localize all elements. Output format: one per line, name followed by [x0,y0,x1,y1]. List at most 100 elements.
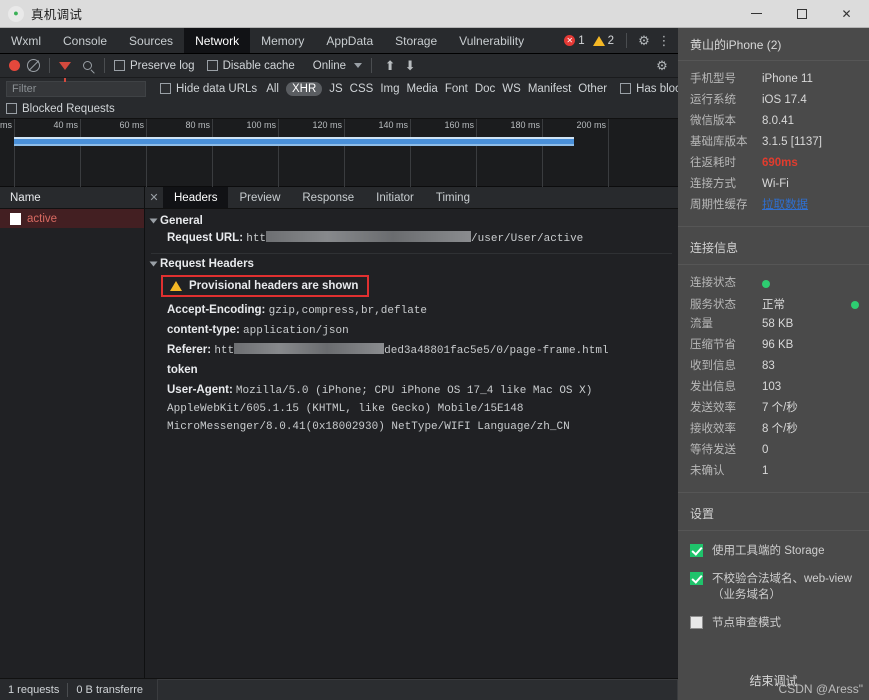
tab-response[interactable]: Response [291,187,365,208]
tick-label: 200 ms [576,120,606,130]
devtools-panel: Wxml Console Sources Network Memory AppD… [0,28,742,700]
roundtrip-latency-value: 690ms [762,157,798,169]
restype-all[interactable]: All [266,83,279,95]
panel-settings-gear-icon[interactable]: ⚙ [652,56,672,76]
kebab-menu-icon[interactable]: ⋮ [654,31,674,51]
close-icon[interactable]: ✕ [145,187,163,208]
setting-label: 不校验合法域名、web-view（业务域名） [712,573,852,601]
table-row[interactable]: active [0,209,144,228]
info-key: 收到信息 [690,360,736,372]
blocked-requests-checkbox[interactable]: Blocked Requests [6,103,125,115]
checkbox-box [160,83,171,94]
tab-sources[interactable]: Sources [118,28,184,53]
tab-appdata[interactable]: AppData [315,28,384,53]
list-item: 流量 58 KB [678,314,869,335]
tab-network[interactable]: Network [184,28,251,53]
general-section-header[interactable]: General [145,213,678,229]
header-value: htt [214,345,235,357]
error-warning-badges[interactable]: ✕ 1 2 [564,35,619,47]
info-key: 发出信息 [690,381,736,393]
tab-timing[interactable]: Timing [425,187,481,208]
restype-manifest[interactable]: Manifest [528,83,571,95]
list-item: 连接方式 Wi-Fi [678,174,869,195]
list-item: 往返耗时 690ms [678,153,869,174]
gear-icon[interactable]: ⚙ [634,31,654,51]
filter-row: Hide data URLs All XHR JS CSS Img Media … [0,78,742,99]
request-headers-section-title: Request Headers [160,258,254,270]
network-overview-timeline[interactable]: 20 ms 40 ms 60 ms 80 ms 100 ms 120 ms 14… [0,119,678,187]
window-controls: ✕ [734,0,869,28]
details-tabstrip: ✕ Headers Preview Response Initiator Tim… [145,187,678,209]
disable-cache-checkbox[interactable]: Disable cache [206,60,305,72]
chevron-down-icon[interactable] [354,63,363,68]
preserve-log-checkbox[interactable]: Preserve log [114,60,205,72]
info-value: iOS 17.4 [762,94,807,106]
close-button[interactable]: ✕ [824,0,869,28]
tab-wxml[interactable]: Wxml [0,28,52,53]
request-headers-section-header[interactable]: Request Headers [145,256,678,272]
tab-initiator[interactable]: Initiator [365,187,425,208]
setting-node-inspect-mode[interactable]: 节点审查模式 [678,609,869,637]
tick-label: 120 ms [312,120,342,130]
hide-data-urls-checkbox[interactable]: Hide data URLs [160,83,259,95]
request-url-row: Request URL: htt/user/User/active [145,229,678,249]
request-list-body: active [0,209,144,678]
info-key: 压缩节省 [690,339,736,351]
info-key: 连接方式 [690,178,736,190]
connection-status-dot-icon [762,280,770,288]
settings-list: 使用工具端的 Storage 不校验合法域名、web-view（业务域名） 节点… [678,531,869,637]
request-list-column-name[interactable]: Name [0,187,144,209]
tab-headers[interactable]: Headers [163,187,229,208]
end-debug-button[interactable]: 结束调试 CSDN @Aress" [678,660,869,700]
throttle-select-value[interactable]: Online [307,60,352,72]
list-item: 运行系统 iOS 17.4 [678,90,869,111]
tab-preview[interactable]: Preview [228,187,291,208]
request-timeline-band [14,137,574,146]
upload-arrow-icon[interactable]: ⬆ [381,58,399,74]
download-arrow-icon[interactable]: ⬇ [401,58,419,74]
redaction-block [234,343,385,354]
info-key: 手机型号 [690,73,736,85]
tab-console[interactable]: Console [52,28,118,53]
fetch-data-link[interactable]: 拉取数据 [762,197,808,214]
service-status-value: 正常 [762,299,785,311]
restype-ws[interactable]: WS [502,83,521,95]
blocked-requests-row: Blocked Requests [0,99,678,119]
header-row-accept-encoding: Accept-Encoding: gzip,compress,br,deflat… [145,301,678,321]
setting-skip-domain-check[interactable]: 不校验合法域名、web-view（业务域名） [678,565,869,609]
list-item: 手机型号 iPhone 11 [678,69,869,90]
clear-icon[interactable] [27,59,40,72]
network-toolbar: Preserve log Disable cache Online ⬆ ⬇ ⚙ [0,54,678,82]
funnel-icon[interactable] [59,61,71,82]
list-item: 基础库版本 3.1.5 [1137] [678,132,869,153]
setting-use-tool-storage[interactable]: 使用工具端的 Storage [678,537,869,565]
app-window: ● 真机调试 ✕ Wxml Console Sources Network Me… [0,0,869,700]
tab-storage[interactable]: Storage [384,28,448,53]
restype-img[interactable]: Img [380,83,399,95]
header-row-referer: Referer: htt ded3a48801fac5e5/0/page-fram… [145,341,678,361]
app-icon: ● [8,5,24,22]
record-icon[interactable] [9,60,20,71]
resource-type-filters: Hide data URLs All XHR JS CSS Img Media … [160,81,752,96]
search-icon[interactable] [83,61,92,70]
headers-content: General Request URL: htt/user/User/activ… [145,209,678,678]
restype-media[interactable]: Media [407,83,438,95]
filter-input[interactable] [6,80,146,97]
tab-memory[interactable]: Memory [250,28,315,53]
divider [104,58,105,73]
header-key: token [167,364,198,376]
list-item: 发出信息 103 [678,377,869,398]
checkbox-box [690,616,703,629]
info-value: Wi-Fi [762,178,789,190]
tab-vulnerability[interactable]: Vulnerability [448,28,535,53]
maximize-button[interactable] [779,0,824,28]
device-info-list: 手机型号 iPhone 11 运行系统 iOS 17.4 微信版本 8.0.41 基础… [678,61,869,226]
restype-other[interactable]: Other [578,83,607,95]
restype-js[interactable]: JS [329,83,342,95]
restype-xhr[interactable]: XHR [285,81,323,96]
restype-font[interactable]: Font [445,83,468,95]
device-title: 黄山的iPhone (2) [678,28,869,60]
restype-doc[interactable]: Doc [475,83,495,95]
minimize-button[interactable] [734,0,779,28]
restype-css[interactable]: CSS [350,83,374,95]
